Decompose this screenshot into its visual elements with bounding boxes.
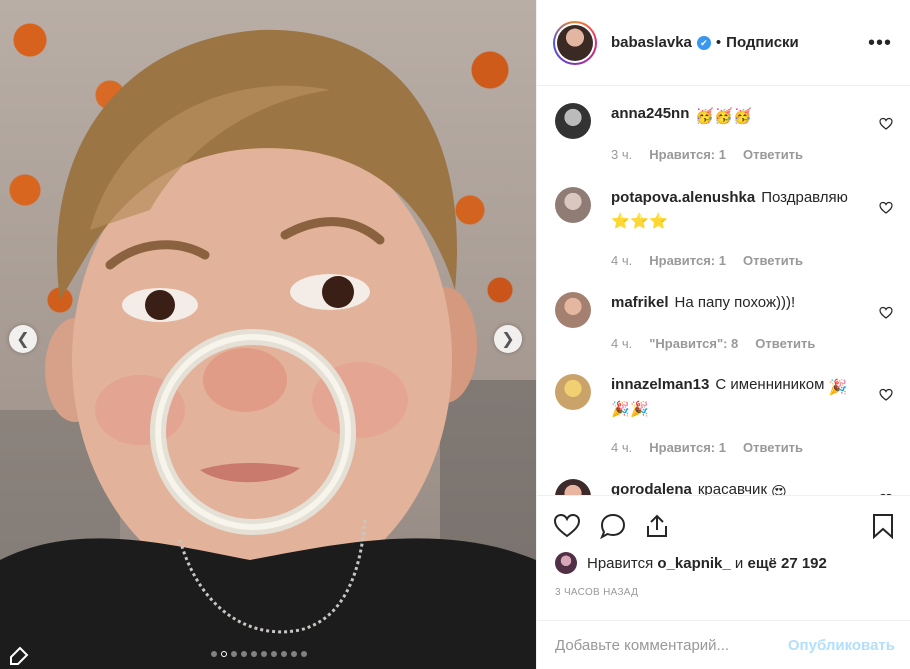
comment-username[interactable]: innazelman13	[611, 376, 709, 393]
save-icon[interactable]	[869, 512, 897, 540]
comment-time[interactable]: 4 ч.	[611, 336, 632, 351]
emoji-icon: 🎉	[611, 401, 630, 418]
comment-body: mafrikel На папу похож)))!	[611, 292, 851, 313]
carousel-dot	[241, 651, 247, 657]
share-icon[interactable]	[643, 512, 671, 540]
comment-body: potapova.alenushka Поздравляю ⭐⭐⭐	[611, 187, 851, 230]
emoji-icon: ⭐	[630, 213, 649, 230]
comment-body: anna245nn 🥳🥳🥳	[611, 103, 851, 125]
emoji-icon: ⭐	[649, 213, 668, 230]
emoji-icon: 🥳	[695, 108, 715, 125]
carousel-dot	[301, 651, 307, 657]
action-bar	[537, 495, 910, 553]
comment-time[interactable]: 4 ч.	[611, 253, 632, 268]
comment-body: innazelman13 С именниником 🎉🎉🎉	[611, 374, 851, 418]
carousel-dot	[291, 651, 297, 657]
following-button[interactable]: Подписки	[726, 34, 799, 51]
carousel-dot	[281, 651, 287, 657]
emoji-icon: 🎉	[630, 401, 649, 418]
carousel-dot	[211, 651, 217, 657]
comment-avatar[interactable]	[555, 103, 591, 139]
comment-like-icon[interactable]	[879, 388, 893, 402]
comment-body: gorodalena красавчик 😍	[611, 479, 851, 495]
comment-username[interactable]: anna245nn	[611, 105, 689, 122]
liker-username[interactable]: o_kapnik_	[657, 555, 730, 572]
carousel-next-button[interactable]: ❯	[494, 325, 522, 353]
comment-username[interactable]: potapova.alenushka	[611, 189, 755, 206]
comments-list[interactable]: anna245nn 🥳🥳🥳 3 ч. Нравится: 1 Ответить potap…	[537, 87, 910, 495]
comment-username[interactable]: mafrikel	[611, 294, 669, 311]
comment-likes[interactable]: Нравится: 1	[649, 253, 726, 268]
likes-others[interactable]: ещё 27 192	[747, 555, 826, 572]
emoji-icon: ⭐	[611, 213, 630, 230]
comment-meta: 4 ч. Нравится: 1 Ответить	[611, 253, 820, 268]
likes-prefix: Нравится	[587, 554, 654, 572]
reply-button[interactable]: Ответить	[743, 440, 803, 455]
comment-icon[interactable]	[599, 512, 627, 540]
comment-avatar[interactable]	[555, 374, 591, 410]
comment-likes[interactable]: Нравится: 1	[649, 147, 726, 162]
comment-meta: 4 ч. "Нравится": 8 Ответить	[611, 336, 832, 351]
likes-and: и	[734, 554, 744, 572]
reply-button[interactable]: Ответить	[743, 147, 803, 162]
carousel-dot	[231, 651, 237, 657]
comment-avatar[interactable]	[555, 292, 591, 328]
comment-time[interactable]: 4 ч.	[611, 440, 632, 455]
post-photo	[0, 29, 536, 669]
like-icon[interactable]	[553, 512, 581, 540]
comment-username[interactable]: gorodalena	[611, 481, 692, 495]
comment-text: Поздравляю	[761, 189, 848, 206]
comment-input[interactable]	[555, 636, 785, 654]
carousel-prev-button[interactable]: ❮	[9, 325, 37, 353]
comment-text: На папу похож)))!	[674, 294, 796, 311]
reply-button[interactable]: Ответить	[755, 336, 815, 351]
comment-like-icon[interactable]	[879, 201, 893, 215]
comment-likes[interactable]: "Нравится": 8	[649, 336, 738, 351]
reply-button[interactable]: Ответить	[743, 253, 803, 268]
publish-button[interactable]: Опубликовать	[788, 637, 895, 654]
more-icon[interactable]: •••	[868, 32, 892, 55]
owner-avatar[interactable]	[553, 20, 597, 65]
post-header: babaslavka ✔ • Подписки •••	[537, 0, 910, 86]
comment-likes[interactable]: Нравится: 1	[649, 440, 726, 455]
post-panel: babaslavka ✔ • Подписки ••• anna245nn 🥳🥳🥳…	[536, 0, 910, 669]
add-comment-bar: Опубликовать	[537, 620, 910, 669]
carousel-dot	[251, 651, 257, 657]
emoji-icon: 🥳	[733, 108, 753, 125]
likes-summary: Нравится o_kapnik_ и ещё 27 192	[555, 552, 827, 574]
comment-avatar[interactable]	[555, 479, 591, 495]
comment-time[interactable]: 3 ч.	[611, 147, 632, 162]
emoji-icon: 🥳	[714, 108, 734, 125]
emoji-icon: 😍	[771, 484, 787, 495]
verified-icon: ✔	[696, 35, 711, 50]
liker-avatar[interactable]	[555, 552, 577, 574]
carousel-dot	[261, 651, 267, 657]
comment-meta: 3 ч. Нравится: 1 Ответить	[611, 147, 820, 162]
comment-meta: 4 ч. Нравится: 1 Ответить	[611, 440, 820, 455]
emoji-icon: 🎉	[828, 379, 848, 396]
chevron-right-icon: ❯	[501, 331, 515, 348]
owner-username[interactable]: babaslavka	[611, 34, 692, 51]
chevron-left-icon: ❮	[16, 331, 30, 348]
comment-like-icon[interactable]	[879, 306, 893, 320]
comment-text: красавчик	[697, 481, 772, 495]
tag-icon[interactable]	[8, 645, 30, 667]
post-media[interactable]: ❮ ❯	[0, 0, 536, 669]
carousel-indicator	[211, 651, 307, 657]
post-timestamp[interactable]: 3 ЧАСОВ НАЗАД	[555, 587, 638, 598]
comment-like-icon[interactable]	[879, 117, 893, 131]
comment-avatar[interactable]	[555, 187, 591, 223]
carousel-dot	[221, 651, 227, 657]
header-separator: •	[715, 34, 722, 51]
carousel-dot	[271, 651, 277, 657]
comment-text: С именниником	[715, 376, 829, 393]
